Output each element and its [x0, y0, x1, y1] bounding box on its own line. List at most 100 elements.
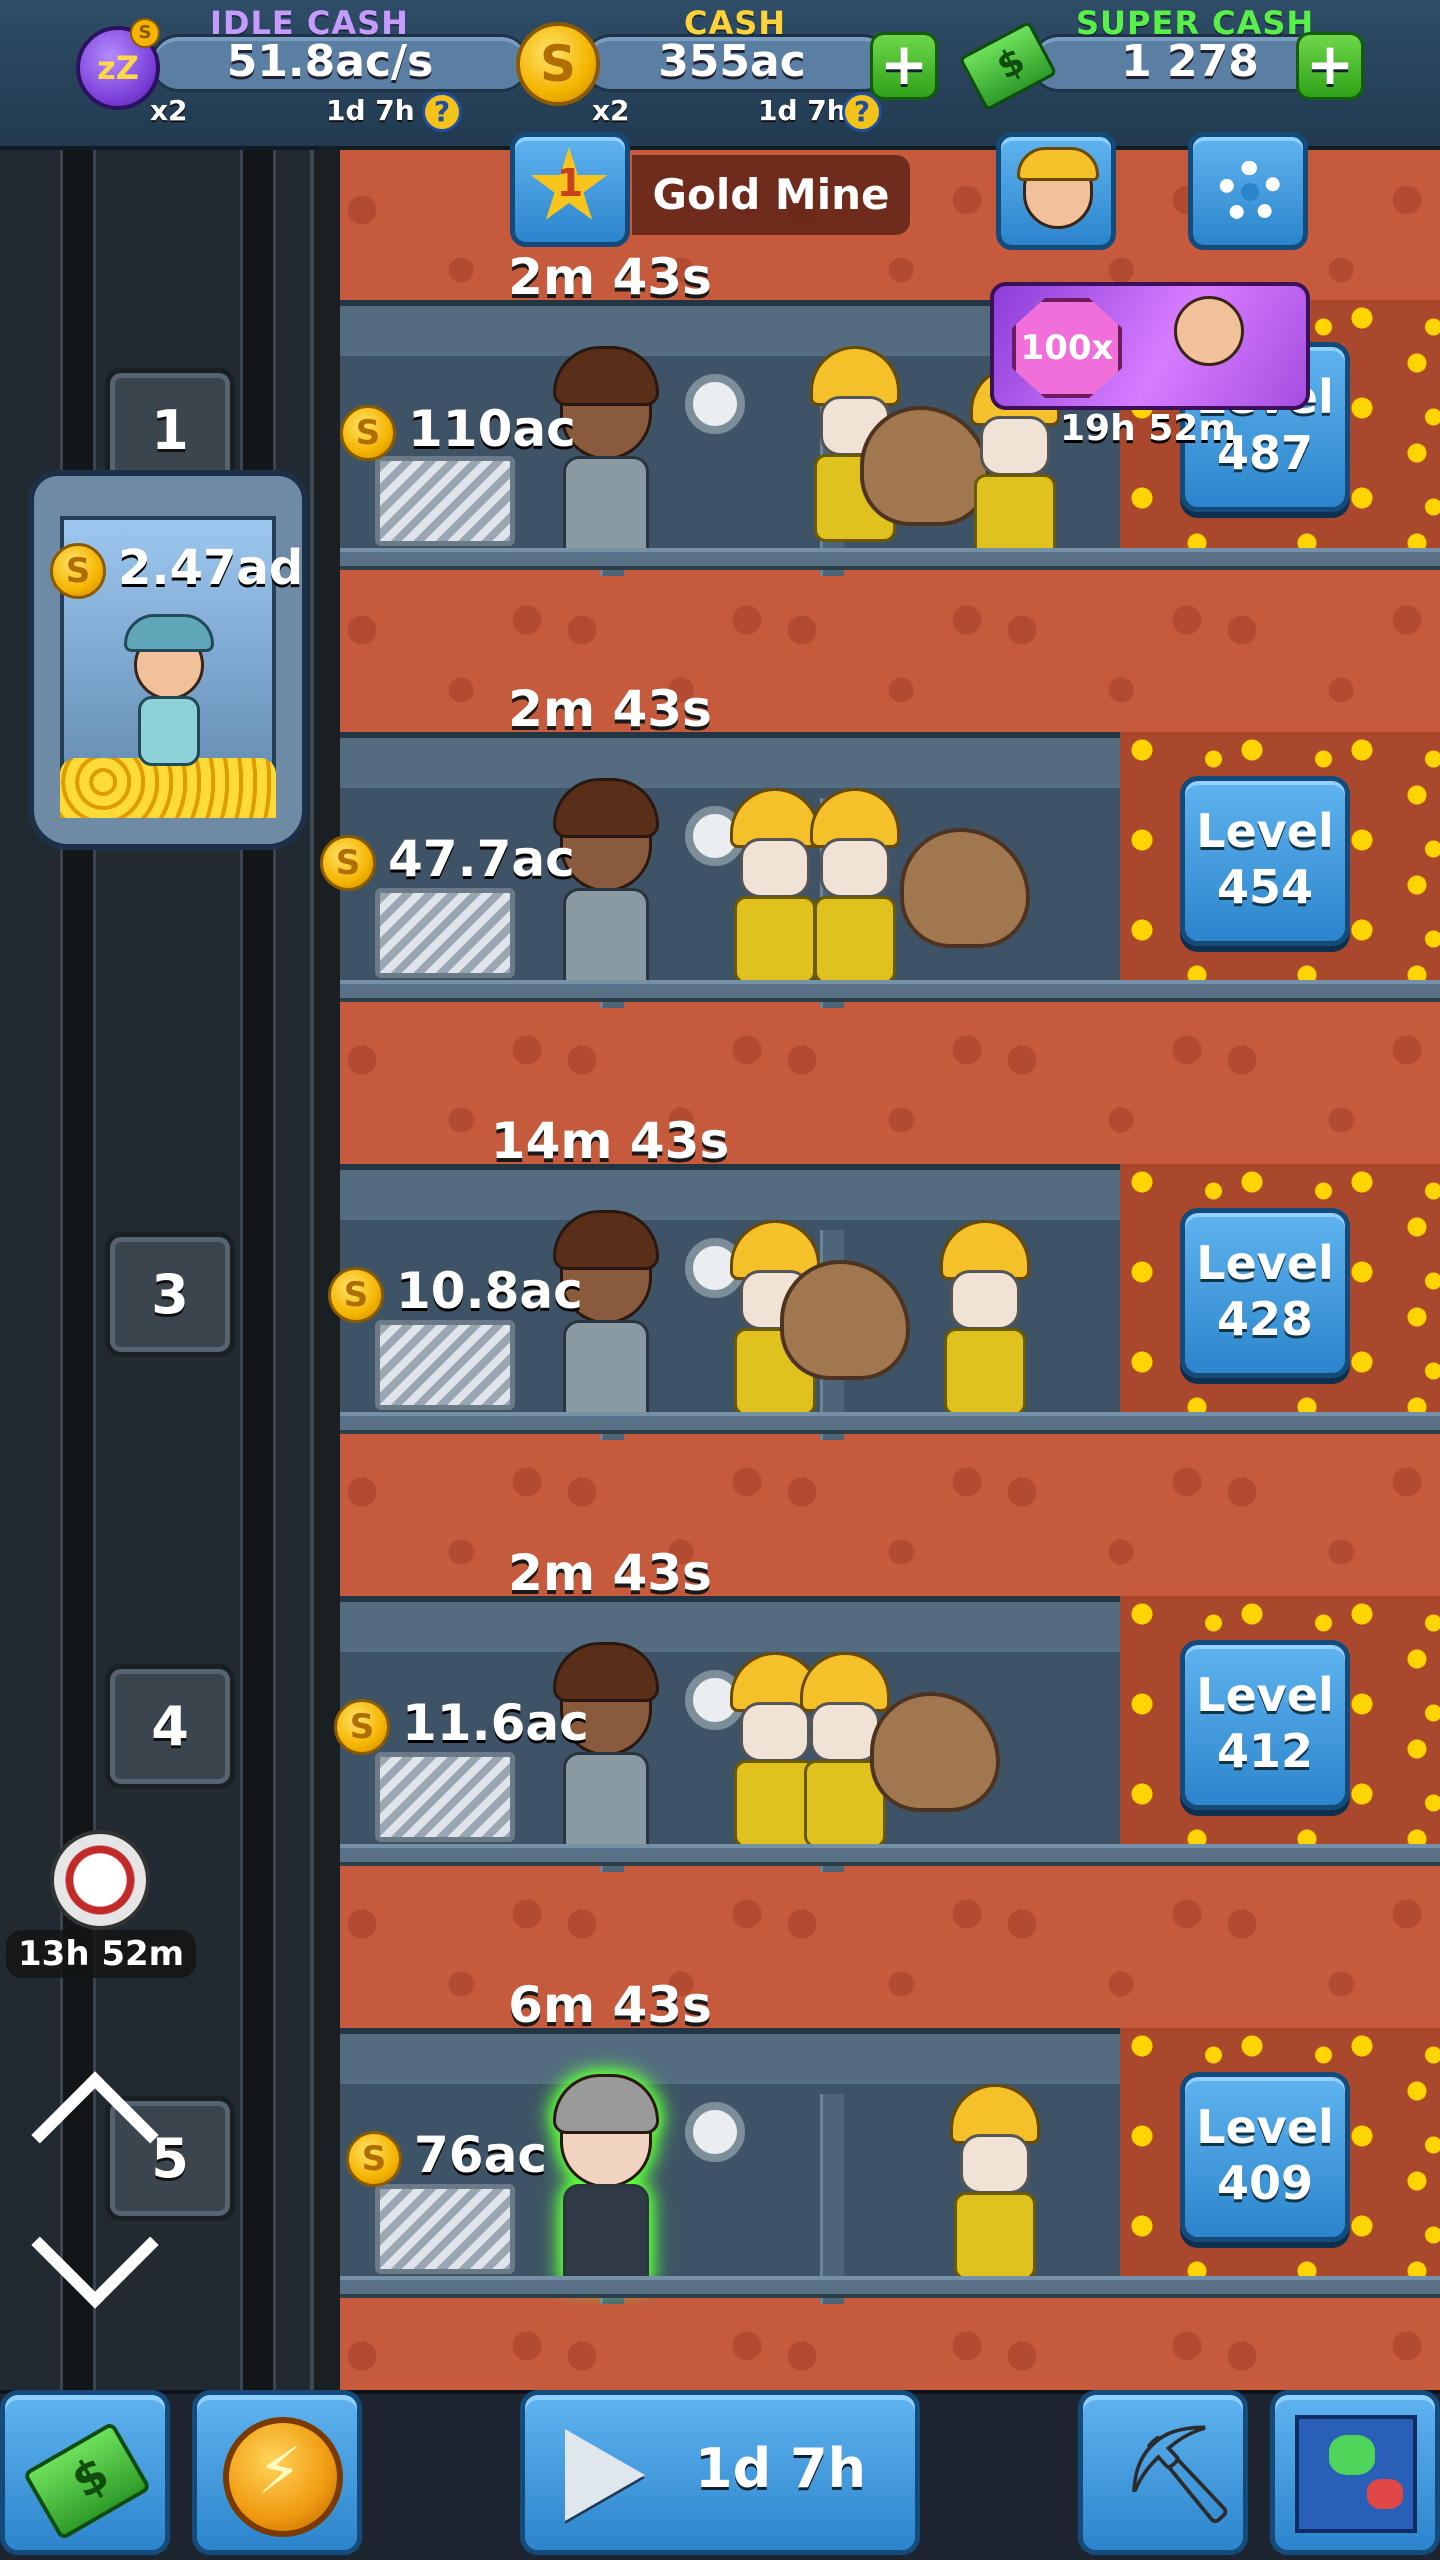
- super-cash-plus-button[interactable]: +: [1296, 32, 1364, 100]
- deposit-crate[interactable]: [375, 1320, 515, 1410]
- idle-cash-timer: 1d 7h: [326, 94, 415, 127]
- level-value: 412: [1216, 1724, 1314, 1778]
- shaft-number-3: 3: [105, 1232, 235, 1357]
- deposit-crate[interactable]: [375, 888, 515, 978]
- ore-sack: [780, 1260, 910, 1380]
- cash-value: 355ac: [658, 36, 806, 87]
- shaft-1-timer: 2m 43s: [508, 248, 712, 306]
- boost-button[interactable]: [192, 2390, 362, 2555]
- mine-title: Gold Mine: [632, 155, 910, 235]
- shaft-floor: [340, 1412, 1440, 1434]
- lamp-icon: [685, 374, 745, 434]
- managers-button[interactable]: [996, 132, 1116, 250]
- shaft-4-timer: 2m 43s: [508, 1544, 712, 1602]
- shaft-5-timer: 6m 43s: [508, 1976, 712, 2034]
- shaft-1-cost: S 110ac: [340, 400, 576, 461]
- shaft-4-cost: S 11.6ac: [334, 1694, 589, 1755]
- prestige-level: 1: [556, 161, 584, 205]
- cash-panel: S CASH 355ac x2 1d 7h ? +: [512, 0, 952, 150]
- shaft-5-cost-value: 76ac: [414, 2126, 547, 2184]
- cash-stack-icon: [958, 20, 1058, 112]
- pickaxe-icon: ⛏: [1119, 2418, 1241, 2530]
- cash-multiplier: x2: [592, 94, 630, 127]
- prestige-star-button[interactable]: 1: [510, 132, 630, 247]
- shaft-floor: [340, 2276, 1440, 2298]
- coin-icon: S: [50, 543, 106, 599]
- idle-cash-value: 51.8ac/s: [226, 36, 434, 87]
- research-button[interactable]: ⛏: [1078, 2390, 1248, 2555]
- coin-icon: S: [328, 1266, 384, 1323]
- gear-icon: [1219, 161, 1281, 223]
- deposit-crate[interactable]: [375, 1752, 515, 1842]
- shaft-2-timer: 2m 43s: [508, 680, 712, 738]
- lightning-coin-icon: [223, 2417, 343, 2537]
- elevator-cost: S 2.47ad: [50, 540, 303, 599]
- idle-cash-multiplier: x2: [150, 94, 188, 127]
- shaft-2-level-button[interactable]: Level 454: [1180, 776, 1350, 946]
- shop-cash-icon: [22, 2421, 152, 2541]
- map-button[interactable]: [1270, 2390, 1440, 2555]
- idle-cash-panel[interactable]: zZ S IDLE CASH 51.8ac/s x2 1d 7h ?: [70, 0, 530, 150]
- coin-icon: S: [320, 834, 376, 891]
- coin-icon: S: [340, 404, 396, 461]
- elevator-operator: [124, 606, 214, 776]
- manager-hat-icon: [1017, 147, 1099, 181]
- deposit-crate[interactable]: [375, 2184, 515, 2274]
- shaft-floor: [340, 980, 1440, 1002]
- coin-badge-icon: S: [130, 18, 160, 48]
- shaft-number-4: 4: [105, 1664, 235, 1789]
- play-boost-timer: 1d 7h: [695, 2437, 867, 2500]
- shaft-3-level-button[interactable]: Level 428: [1180, 1208, 1350, 1378]
- level-label: Level: [1196, 1236, 1334, 1290]
- coin-icon: S: [516, 22, 600, 106]
- clock-boost-icon[interactable]: [50, 1830, 150, 1930]
- shaft-3-cost: S 10.8ac: [328, 1262, 583, 1323]
- shaft-manager-boosted[interactable]: [545, 2074, 665, 2294]
- shaft-4-level-button[interactable]: Level 412: [1180, 1640, 1350, 1810]
- shaft-floor: [340, 1844, 1440, 1866]
- play-icon: [565, 2429, 645, 2521]
- shaft-5-cost: S 76ac: [346, 2126, 547, 2187]
- miner: [800, 788, 910, 988]
- deposit-crate[interactable]: [375, 456, 515, 546]
- level-label: Level: [1196, 2100, 1334, 2154]
- level-label: Level: [1196, 1668, 1334, 1722]
- shaft-1-cost-value: 110ac: [408, 400, 576, 458]
- level-value: 454: [1216, 860, 1314, 914]
- lamp-icon: [685, 2102, 745, 2162]
- super-cash-panel: SUPER CASH 1 278 +: [958, 0, 1380, 150]
- level-value: 428: [1216, 1292, 1314, 1346]
- ore-sack: [900, 828, 1030, 948]
- promo-gem-icon: 100x: [1012, 298, 1122, 398]
- shaft-5-level-button[interactable]: Level 409: [1180, 2072, 1350, 2242]
- boost-timer: 13h 52m: [6, 1930, 197, 1978]
- cash-plus-button[interactable]: +: [870, 32, 938, 100]
- miner: [940, 2084, 1050, 2284]
- shaft-3-timer: 14m 43s: [490, 1112, 730, 1170]
- elevator-cost-value: 2.47ad: [118, 540, 304, 596]
- level-label: Level: [1196, 804, 1334, 858]
- shaft-2-cost-value: 47.7ac: [388, 830, 575, 888]
- settings-button[interactable]: [1188, 132, 1308, 250]
- shaft-2-cost: S 47.7ac: [320, 830, 575, 891]
- miner: [930, 1220, 1040, 1420]
- coin-icon: S: [334, 1698, 390, 1755]
- idle-cash-help-icon[interactable]: ?: [422, 92, 462, 132]
- ore-sack: [870, 1692, 1000, 1812]
- shaft-floor: [340, 548, 1440, 570]
- super-cash-value: 1 278: [1121, 36, 1259, 87]
- dirt-layer: [340, 2296, 1440, 2390]
- coin-icon: S: [346, 2130, 402, 2187]
- top-currency-bar: zZ S IDLE CASH 51.8ac/s x2 1d 7h ? S CAS…: [0, 0, 1440, 150]
- shop-button[interactable]: [0, 2390, 170, 2555]
- level-value: 409: [1216, 2156, 1314, 2210]
- promo-offer-button[interactable]: 100x: [990, 282, 1310, 410]
- play-boost-button[interactable]: 1d 7h: [520, 2390, 920, 2555]
- map-icon: [1295, 2415, 1417, 2533]
- promo-character: [1174, 296, 1244, 366]
- shaft-3-cost-value: 10.8ac: [396, 1262, 583, 1320]
- cash-timer: 1d 7h: [758, 94, 847, 127]
- elevator-cabin[interactable]: [28, 470, 308, 850]
- shaft-4-cost-value: 11.6ac: [402, 1694, 589, 1752]
- promo-timer: 19h 52m: [1060, 408, 1236, 449]
